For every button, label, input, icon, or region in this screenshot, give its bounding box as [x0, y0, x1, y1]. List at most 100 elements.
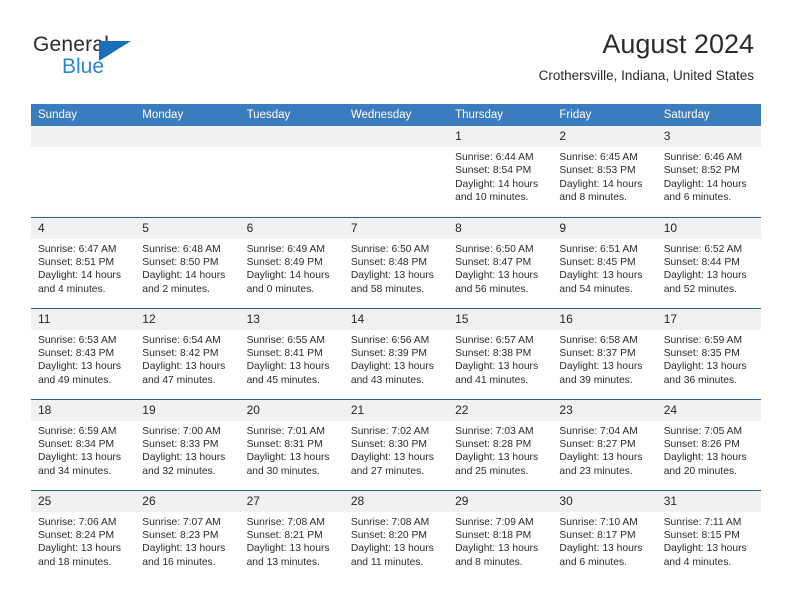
calendar-day-cell[interactable]: 16 Sunrise: 6:58 AM Sunset: 8:37 PM Dayligh… — [552, 307, 657, 399]
calendar-day-cell[interactable]: 13 Sunrise: 6:55 AM Sunset: 8:41 PM Dayligh… — [239, 307, 344, 399]
calendar-day-cell[interactable]: 8 Sunrise: 6:50 AM Sunset: 8:47 PM Daylight… — [448, 216, 553, 308]
weekday-header-saturday: Saturday — [656, 104, 761, 126]
daylight-duration-line1: Daylight: 13 hours — [38, 361, 121, 373]
calendar-day-cell[interactable]: 4 Sunrise: 6:47 AM Sunset: 8:51 PM Daylight… — [31, 216, 136, 308]
calendar-day-cell[interactable]: 29 Sunrise: 7:09 AM Sunset: 8:18 PM Dayligh… — [448, 489, 553, 581]
calendar-day-cell[interactable]: 26 Sunrise: 7:07 AM Sunset: 8:23 PM Dayligh… — [135, 489, 240, 581]
calendar-day-cell[interactable]: 15 Sunrise: 6:57 AM Sunset: 8:38 PM Dayligh… — [448, 307, 553, 399]
calendar-day-cell[interactable]: 9 Sunrise: 6:51 AM Sunset: 8:45 PM Daylight… — [552, 216, 657, 308]
day-number: 15 — [448, 308, 553, 330]
calendar-week-row: 18 Sunrise: 6:59 AM Sunset: 8:34 PM Dayligh… — [31, 398, 761, 490]
sunrise-time: Sunrise: 6:52 AM — [663, 243, 743, 255]
calendar-day-cell[interactable]: 25 Sunrise: 7:06 AM Sunset: 8:24 PM Dayligh… — [31, 489, 136, 581]
sunrise-time: Sunrise: 7:11 AM — [663, 516, 742, 528]
day-detail-block: Sunrise: 6:50 AM Sunset: 8:48 PM Daylight:… — [344, 239, 448, 297]
daylight-duration-line1: Daylight: 13 hours — [559, 361, 643, 373]
calendar-day-cell[interactable]: 1 Sunrise: 6:44 AM Sunset: 8:54 PM Daylight… — [448, 126, 553, 217]
daylight-duration-line2: and 47 minutes. — [142, 374, 216, 386]
sunrise-time: Sunrise: 6:59 AM — [663, 334, 743, 346]
daylight-duration-line2: and 20 minutes. — [663, 465, 737, 477]
daylight-duration-line2: and 34 minutes. — [38, 465, 112, 477]
calendar-day-cell[interactable]: 23 Sunrise: 7:04 AM Sunset: 8:27 PM Dayligh… — [552, 398, 657, 490]
sunset-time: Sunset: 8:51 PM — [38, 256, 115, 268]
calendar-day-cell[interactable]: 30 Sunrise: 7:10 AM Sunset: 8:17 PM Dayligh… — [552, 489, 657, 581]
daylight-duration-line2: and 6 minutes. — [559, 556, 627, 568]
day-detail-block: Sunrise: 7:10 AM Sunset: 8:17 PM Daylight:… — [552, 512, 656, 570]
calendar-header-row: Sunday Monday Tuesday Wednesday Thursday… — [31, 104, 761, 126]
daylight-duration-line2: and 30 minutes. — [246, 465, 320, 477]
sunrise-time: Sunrise: 7:01 AM — [246, 425, 325, 437]
sunrise-time: Sunrise: 7:08 AM — [350, 516, 430, 528]
calendar-day-cell[interactable]: 28 Sunrise: 7:08 AM Sunset: 8:20 PM Dayligh… — [343, 489, 449, 581]
sunrise-time: Sunrise: 6:50 AM — [455, 243, 534, 255]
sunrise-sunset-calendar: Sunday Monday Tuesday Wednesday Thursday… — [31, 104, 761, 581]
daylight-duration-line1: Daylight: 13 hours — [455, 452, 539, 464]
sunset-time: Sunset: 8:54 PM — [455, 165, 532, 177]
calendar-day-cell[interactable]: 5 Sunrise: 6:48 AM Sunset: 8:50 PM Daylight… — [135, 216, 240, 308]
day-number: 9 — [552, 217, 657, 239]
daylight-duration-line2: and 2 minutes. — [142, 283, 210, 295]
daylight-duration-line1: Daylight: 14 hours — [663, 178, 747, 190]
calendar-day-cell[interactable]: 17 Sunrise: 6:59 AM Sunset: 8:35 PM Dayligh… — [656, 307, 761, 399]
day-detail-block: Sunrise: 6:52 AM Sunset: 8:44 PM Daylight:… — [657, 239, 761, 297]
day-detail-block: Sunrise: 7:01 AM Sunset: 8:31 PM Daylight:… — [240, 421, 344, 479]
sunrise-time: Sunrise: 7:00 AM — [142, 425, 221, 437]
sunset-time: Sunset: 8:21 PM — [246, 529, 323, 541]
calendar-day-cell[interactable]: 24 Sunrise: 7:05 AM Sunset: 8:26 PM Dayligh… — [656, 398, 761, 490]
day-detail-block: Sunrise: 7:09 AM Sunset: 8:18 PM Daylight:… — [448, 512, 552, 570]
day-detail-block: Sunrise: 6:56 AM Sunset: 8:39 PM Daylight:… — [344, 330, 448, 388]
calendar-day-cell[interactable]: 6 Sunrise: 6:49 AM Sunset: 8:49 PM Daylight… — [239, 216, 344, 308]
sunrise-time: Sunrise: 6:58 AM — [559, 334, 638, 346]
calendar-day-cell[interactable]: 7 Sunrise: 6:50 AM Sunset: 8:48 PM Daylight… — [343, 216, 449, 308]
weekday-header-friday: Friday — [552, 104, 657, 126]
calendar-day-cell[interactable]: 20 Sunrise: 7:01 AM Sunset: 8:31 PM Dayligh… — [239, 398, 344, 490]
calendar-day-cell[interactable]: 12 Sunrise: 6:54 AM Sunset: 8:42 PM Dayligh… — [135, 307, 240, 399]
weekday-header-monday: Monday — [135, 104, 240, 126]
day-number: 7 — [343, 217, 449, 239]
daylight-duration-line1: Daylight: 13 hours — [38, 543, 121, 555]
calendar-day-cell[interactable]: 19 Sunrise: 7:00 AM Sunset: 8:33 PM Dayligh… — [135, 398, 240, 490]
calendar-day-cell[interactable]: 21 Sunrise: 7:02 AM Sunset: 8:30 PM Dayligh… — [343, 398, 449, 490]
daylight-duration-line1: Daylight: 13 hours — [455, 361, 539, 373]
calendar-day-cell[interactable]: 11 Sunrise: 6:53 AM Sunset: 8:43 PM Dayligh… — [31, 307, 136, 399]
daylight-duration-line2: and 49 minutes. — [38, 374, 112, 386]
sunset-time: Sunset: 8:15 PM — [663, 529, 740, 541]
day-number: 5 — [135, 217, 240, 239]
day-number: 21 — [343, 399, 449, 421]
logo-text-blue: Blue — [62, 55, 105, 78]
calendar-day-cell[interactable]: 10 Sunrise: 6:52 AM Sunset: 8:44 PM Dayligh… — [656, 216, 761, 308]
sunrise-time: Sunrise: 6:45 AM — [559, 152, 638, 163]
daylight-duration-line2: and 36 minutes. — [663, 374, 737, 386]
daylight-duration-line1: Daylight: 13 hours — [663, 452, 747, 464]
day-detail-block: Sunrise: 7:02 AM Sunset: 8:30 PM Daylight:… — [344, 421, 448, 479]
day-number: 14 — [343, 308, 449, 330]
daylight-duration-line1: Daylight: 14 hours — [455, 178, 539, 190]
calendar-day-cell-empty — [343, 126, 449, 217]
calendar-day-cell[interactable]: 31 Sunrise: 7:11 AM Sunset: 8:15 PM Dayligh… — [656, 489, 761, 581]
daylight-duration-line1: Daylight: 13 hours — [142, 452, 226, 464]
day-number: 25 — [31, 490, 136, 512]
day-number: 18 — [31, 399, 136, 421]
day-detail-block: Sunrise: 6:59 AM Sunset: 8:34 PM Daylight:… — [31, 421, 135, 479]
daylight-duration-line1: Daylight: 13 hours — [559, 543, 643, 555]
sunrise-time: Sunrise: 7:03 AM — [455, 425, 534, 437]
calendar-day-cell[interactable]: 3 Sunrise: 6:46 AM Sunset: 8:52 PM Daylight… — [656, 126, 761, 217]
calendar-day-cell[interactable]: 2 Sunrise: 6:45 AM Sunset: 8:53 PM Daylight… — [552, 126, 657, 217]
sunset-time: Sunset: 8:49 PM — [246, 256, 323, 268]
day-detail-block: Sunrise: 6:54 AM Sunset: 8:42 PM Daylight:… — [135, 330, 239, 388]
day-detail-block: Sunrise: 6:44 AM Sunset: 8:54 PM Daylight:… — [448, 147, 552, 205]
general-blue-logo[interactable]: General Blue — [33, 33, 203, 83]
calendar-page: General Blue August 2024 Crothersville, … — [0, 0, 792, 612]
daylight-duration-line2: and 58 minutes. — [350, 283, 425, 295]
calendar-day-cell[interactable]: 14 Sunrise: 6:56 AM Sunset: 8:39 PM Dayligh… — [343, 307, 449, 399]
calendar-day-cell[interactable]: 27 Sunrise: 7:08 AM Sunset: 8:21 PM Dayligh… — [239, 489, 344, 581]
sunset-time: Sunset: 8:20 PM — [350, 529, 427, 541]
daylight-duration-line2: and 11 minutes. — [350, 556, 424, 568]
sunset-time: Sunset: 8:41 PM — [246, 347, 323, 359]
sunset-time: Sunset: 8:28 PM — [455, 438, 532, 450]
weekday-header-sunday: Sunday — [31, 104, 136, 126]
day-detail-block: Sunrise: 7:08 AM Sunset: 8:21 PM Daylight:… — [240, 512, 344, 570]
calendar-day-cell[interactable]: 22 Sunrise: 7:03 AM Sunset: 8:28 PM Dayligh… — [448, 398, 553, 490]
calendar-day-cell[interactable]: 18 Sunrise: 6:59 AM Sunset: 8:34 PM Dayligh… — [31, 398, 136, 490]
daylight-duration-line1: Daylight: 13 hours — [246, 452, 330, 464]
